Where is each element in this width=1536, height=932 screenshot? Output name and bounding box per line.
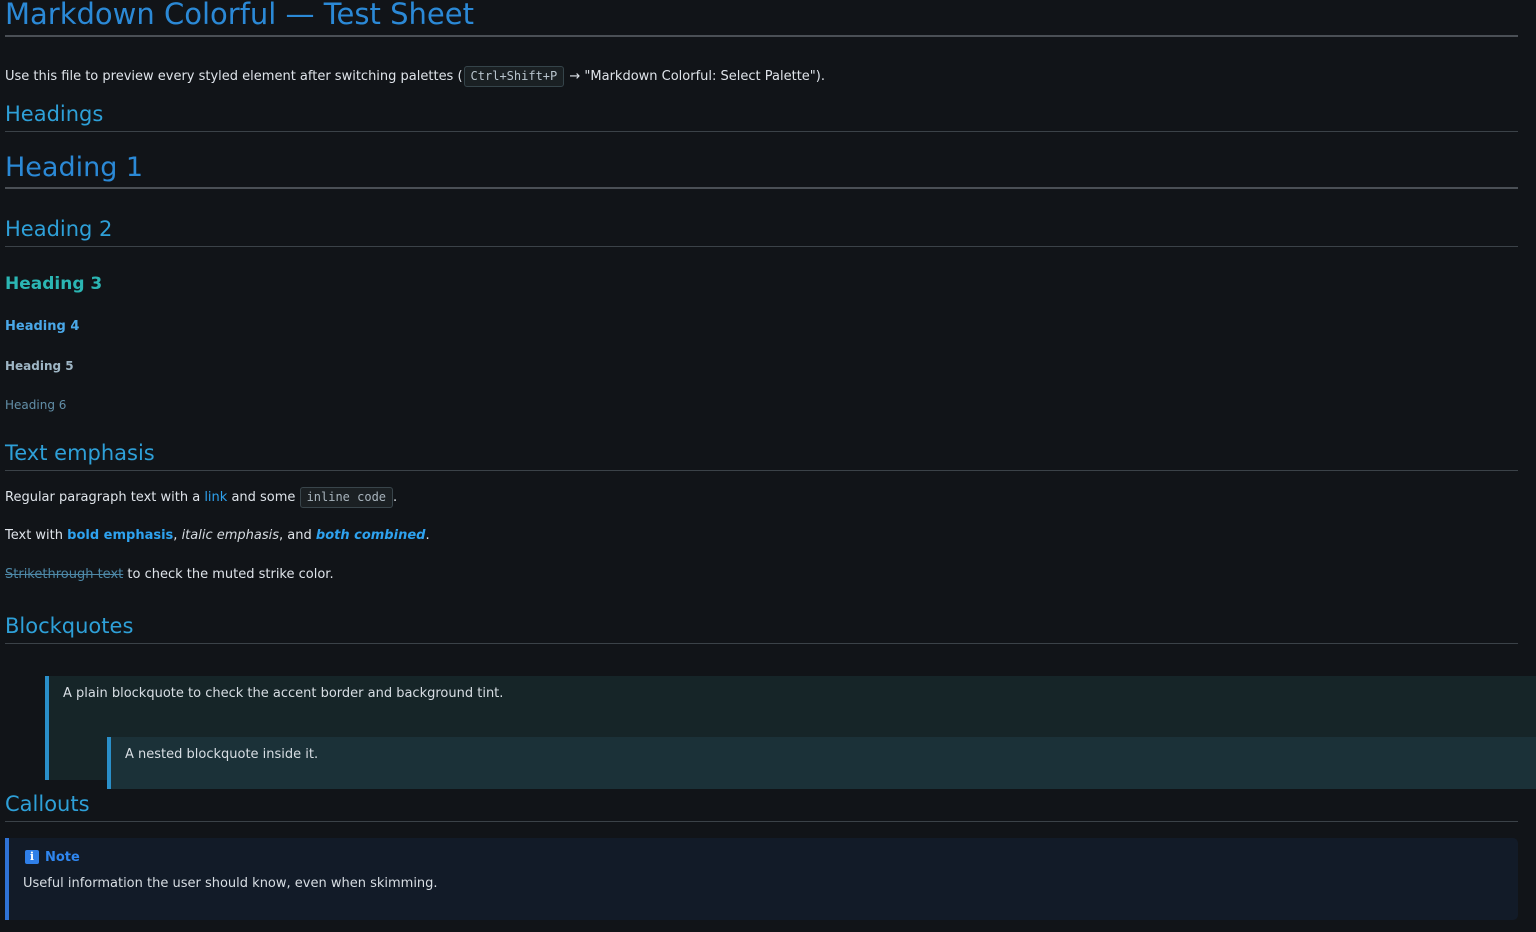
info-icon: i xyxy=(25,850,39,864)
markdown-preview-page: Markdown Colorful — Test Sheet Use this … xyxy=(0,0,1536,932)
text-emphasis-section: Text emphasis xyxy=(5,439,1518,471)
shortcut-code: Ctrl+Shift+P xyxy=(463,66,565,87)
paragraph-text: . xyxy=(393,490,398,505)
plain-blockquote: A plain blockquote to check the accent b… xyxy=(45,676,1536,789)
blockquote-text: A plain blockquote to check the accent b… xyxy=(63,686,504,701)
intro-text-before: Use this file to preview every styled el… xyxy=(5,69,463,84)
section-heading-headings: Headings xyxy=(5,100,1518,132)
note-callout-header: i Note xyxy=(25,848,80,866)
nested-blockquote-text: A nested blockquote inside it. xyxy=(125,747,319,762)
paragraph-text: to check the muted strike color. xyxy=(123,567,334,582)
heading-2-example: Heading 2 xyxy=(5,214,1518,247)
section-heading-callouts: Callouts xyxy=(5,790,1518,822)
strikethrough-paragraph: Strikethrough text to check the muted st… xyxy=(5,565,334,585)
strikethrough-text: Strikethrough text xyxy=(5,567,124,582)
heading-5-example: Heading 5 xyxy=(5,359,74,373)
heading-4-example: Heading 4 xyxy=(5,319,80,334)
italic-emphasis-text: italic emphasis xyxy=(181,528,280,543)
nested-blockquote: A nested blockquote inside it. xyxy=(107,737,1536,789)
section-heading-text-emphasis: Text emphasis xyxy=(5,439,1518,471)
markdown-preview-content: Markdown Colorful — Test Sheet Use this … xyxy=(5,0,1536,920)
intro-paragraph: Use this file to preview every styled el… xyxy=(5,66,825,87)
heading-3-example: Heading 3 xyxy=(5,274,103,294)
note-body: Useful information the user should know,… xyxy=(23,876,438,891)
inline-code: inline code xyxy=(299,487,394,508)
sample-link[interactable]: link xyxy=(204,490,227,505)
heading-1-example: Heading 1 xyxy=(5,149,1518,189)
paragraph-text: , xyxy=(173,528,182,543)
link-code-paragraph: Regular paragraph text with a link and s… xyxy=(5,487,397,508)
paragraph-text: Text with xyxy=(5,528,68,543)
bold-italic-text: both combined xyxy=(315,528,426,543)
bold-emphasis-text: bold emphasis xyxy=(67,528,174,543)
intro-text-after: → "Markdown Colorful: Select Palette"). xyxy=(565,69,825,84)
paragraph-text: Regular paragraph text with a xyxy=(5,490,205,505)
note-callout: i Note Useful information the user shoul… xyxy=(5,838,1518,920)
note-label: Note xyxy=(45,849,80,865)
paragraph-text: and some xyxy=(227,490,300,505)
document-title: Markdown Colorful — Test Sheet xyxy=(5,0,1518,37)
callouts-section: Callouts xyxy=(5,790,1518,822)
headings-section: Headings xyxy=(5,100,1518,132)
paragraph-text: , and xyxy=(279,528,316,543)
heading-6-example: Heading 6 xyxy=(5,398,67,412)
blockquotes-section: Blockquotes xyxy=(5,612,1518,644)
paragraph-text: . xyxy=(425,528,430,543)
section-heading-blockquotes: Blockquotes xyxy=(5,612,1518,644)
emphasis-paragraph: Text with bold emphasis, italic emphasis… xyxy=(5,526,430,546)
